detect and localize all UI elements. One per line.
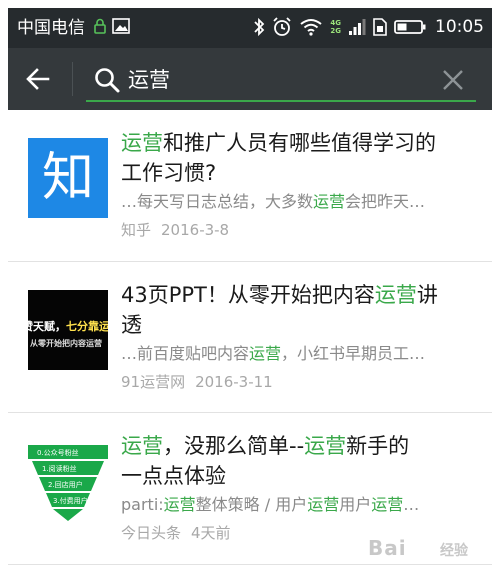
toolbar-divider [72, 62, 73, 96]
carrier-name: 中国电信 [17, 18, 85, 38]
result-item[interactable]: 赞天赋，七分靠运营 从零开始把内容运营 43页PPT！从零开始把内容运营讲透 …… [8, 262, 492, 413]
funnel-label: 1.阅读粉丝 [42, 464, 77, 473]
sim-card-icon [373, 18, 387, 36]
result-meta: 91运营网 2016-3-11 [121, 372, 273, 392]
result-title: 运营，没那么简单--运营新手的 一点点体验 [121, 434, 410, 488]
result-item[interactable]: 知 运营和推广人员有哪些值得学习的 工作习惯? …每天写日志总结，大多数运营会把昨… [8, 110, 492, 262]
signal-icon [349, 19, 366, 35]
search-icon [95, 68, 120, 93]
funnel-label: 3.付费用户 [53, 496, 88, 505]
lock-icon [94, 18, 106, 34]
network-type: 4G 2G [330, 19, 341, 35]
article-thumbnail: 赞天赋，七分靠运营 从零开始把内容运营 [28, 290, 108, 370]
funnel-diagram-thumbnail: 0.公众号粉丝 1.阅读粉丝 2.回店用户 3.付费用户 [28, 441, 108, 521]
result-date: 2016-3-11 [195, 373, 273, 391]
alarm-icon [273, 17, 292, 36]
status-time: 10:05 [435, 17, 484, 37]
bluetooth-icon [254, 17, 265, 37]
search-toolbar [8, 48, 492, 110]
wifi-icon [300, 19, 322, 36]
funnel-label: 0.公众号粉丝 [37, 448, 79, 457]
status-right-icons: 4G 2G 10:05 [253, 16, 484, 38]
thumbnail-subcaption: 从零开始把内容运营 [30, 339, 102, 348]
baidu-watermark: Bai 经验 [368, 536, 468, 560]
result-snippet: …每天写日志总结，大多数运营会把昨天… [121, 192, 426, 211]
search-underline [86, 100, 476, 102]
result-date: 4天前 [191, 524, 231, 542]
battery-icon [394, 20, 426, 34]
result-source: 今日头条 [121, 524, 182, 542]
result-snippet: …前百度贴吧内容运营，小红书早期员工… [121, 344, 426, 363]
result-title: 运营和推广人员有哪些值得学习的 工作习惯? [121, 131, 436, 185]
funnel-label: 2.回店用户 [48, 480, 83, 489]
result-meta: 知乎 2016-3-8 [121, 220, 229, 240]
search-results-list: 知 运营和推广人员有哪些值得学习的 工作习惯? …每天写日志总结，大多数运营会把昨… [8, 110, 492, 565]
search-input[interactable] [128, 62, 428, 96]
zhihu-logo-thumbnail: 知 [28, 138, 108, 218]
app-frame: 中国电信 4G 2G 10:05 运营 知 运营和推广人员有哪些值得学习的 工作… [8, 8, 492, 583]
result-meta: 今日头条 4天前 [121, 523, 231, 543]
result-date: 2016-3-8 [161, 221, 230, 239]
funnel-graphic: 0.公众号粉丝 1.阅读粉丝 2.回店用户 3.付费用户 [28, 445, 108, 521]
result-source: 知乎 [121, 221, 152, 239]
back-arrow-icon[interactable] [24, 65, 52, 93]
result-source: 91运营网 [121, 373, 186, 391]
result-snippet: parti:运营整体策略 / 用户运营用户运营… [121, 495, 420, 514]
image-icon [112, 18, 130, 34]
result-title: 43页PPT！从零开始把内容运营讲透 [121, 283, 438, 337]
status-left-icons [94, 18, 130, 34]
thumbnail-caption: 赞天赋，七分靠运营 [28, 320, 108, 333]
clear-icon[interactable] [442, 69, 464, 91]
status-bar: 中国电信 4G 2G 10:05 [8, 8, 492, 48]
